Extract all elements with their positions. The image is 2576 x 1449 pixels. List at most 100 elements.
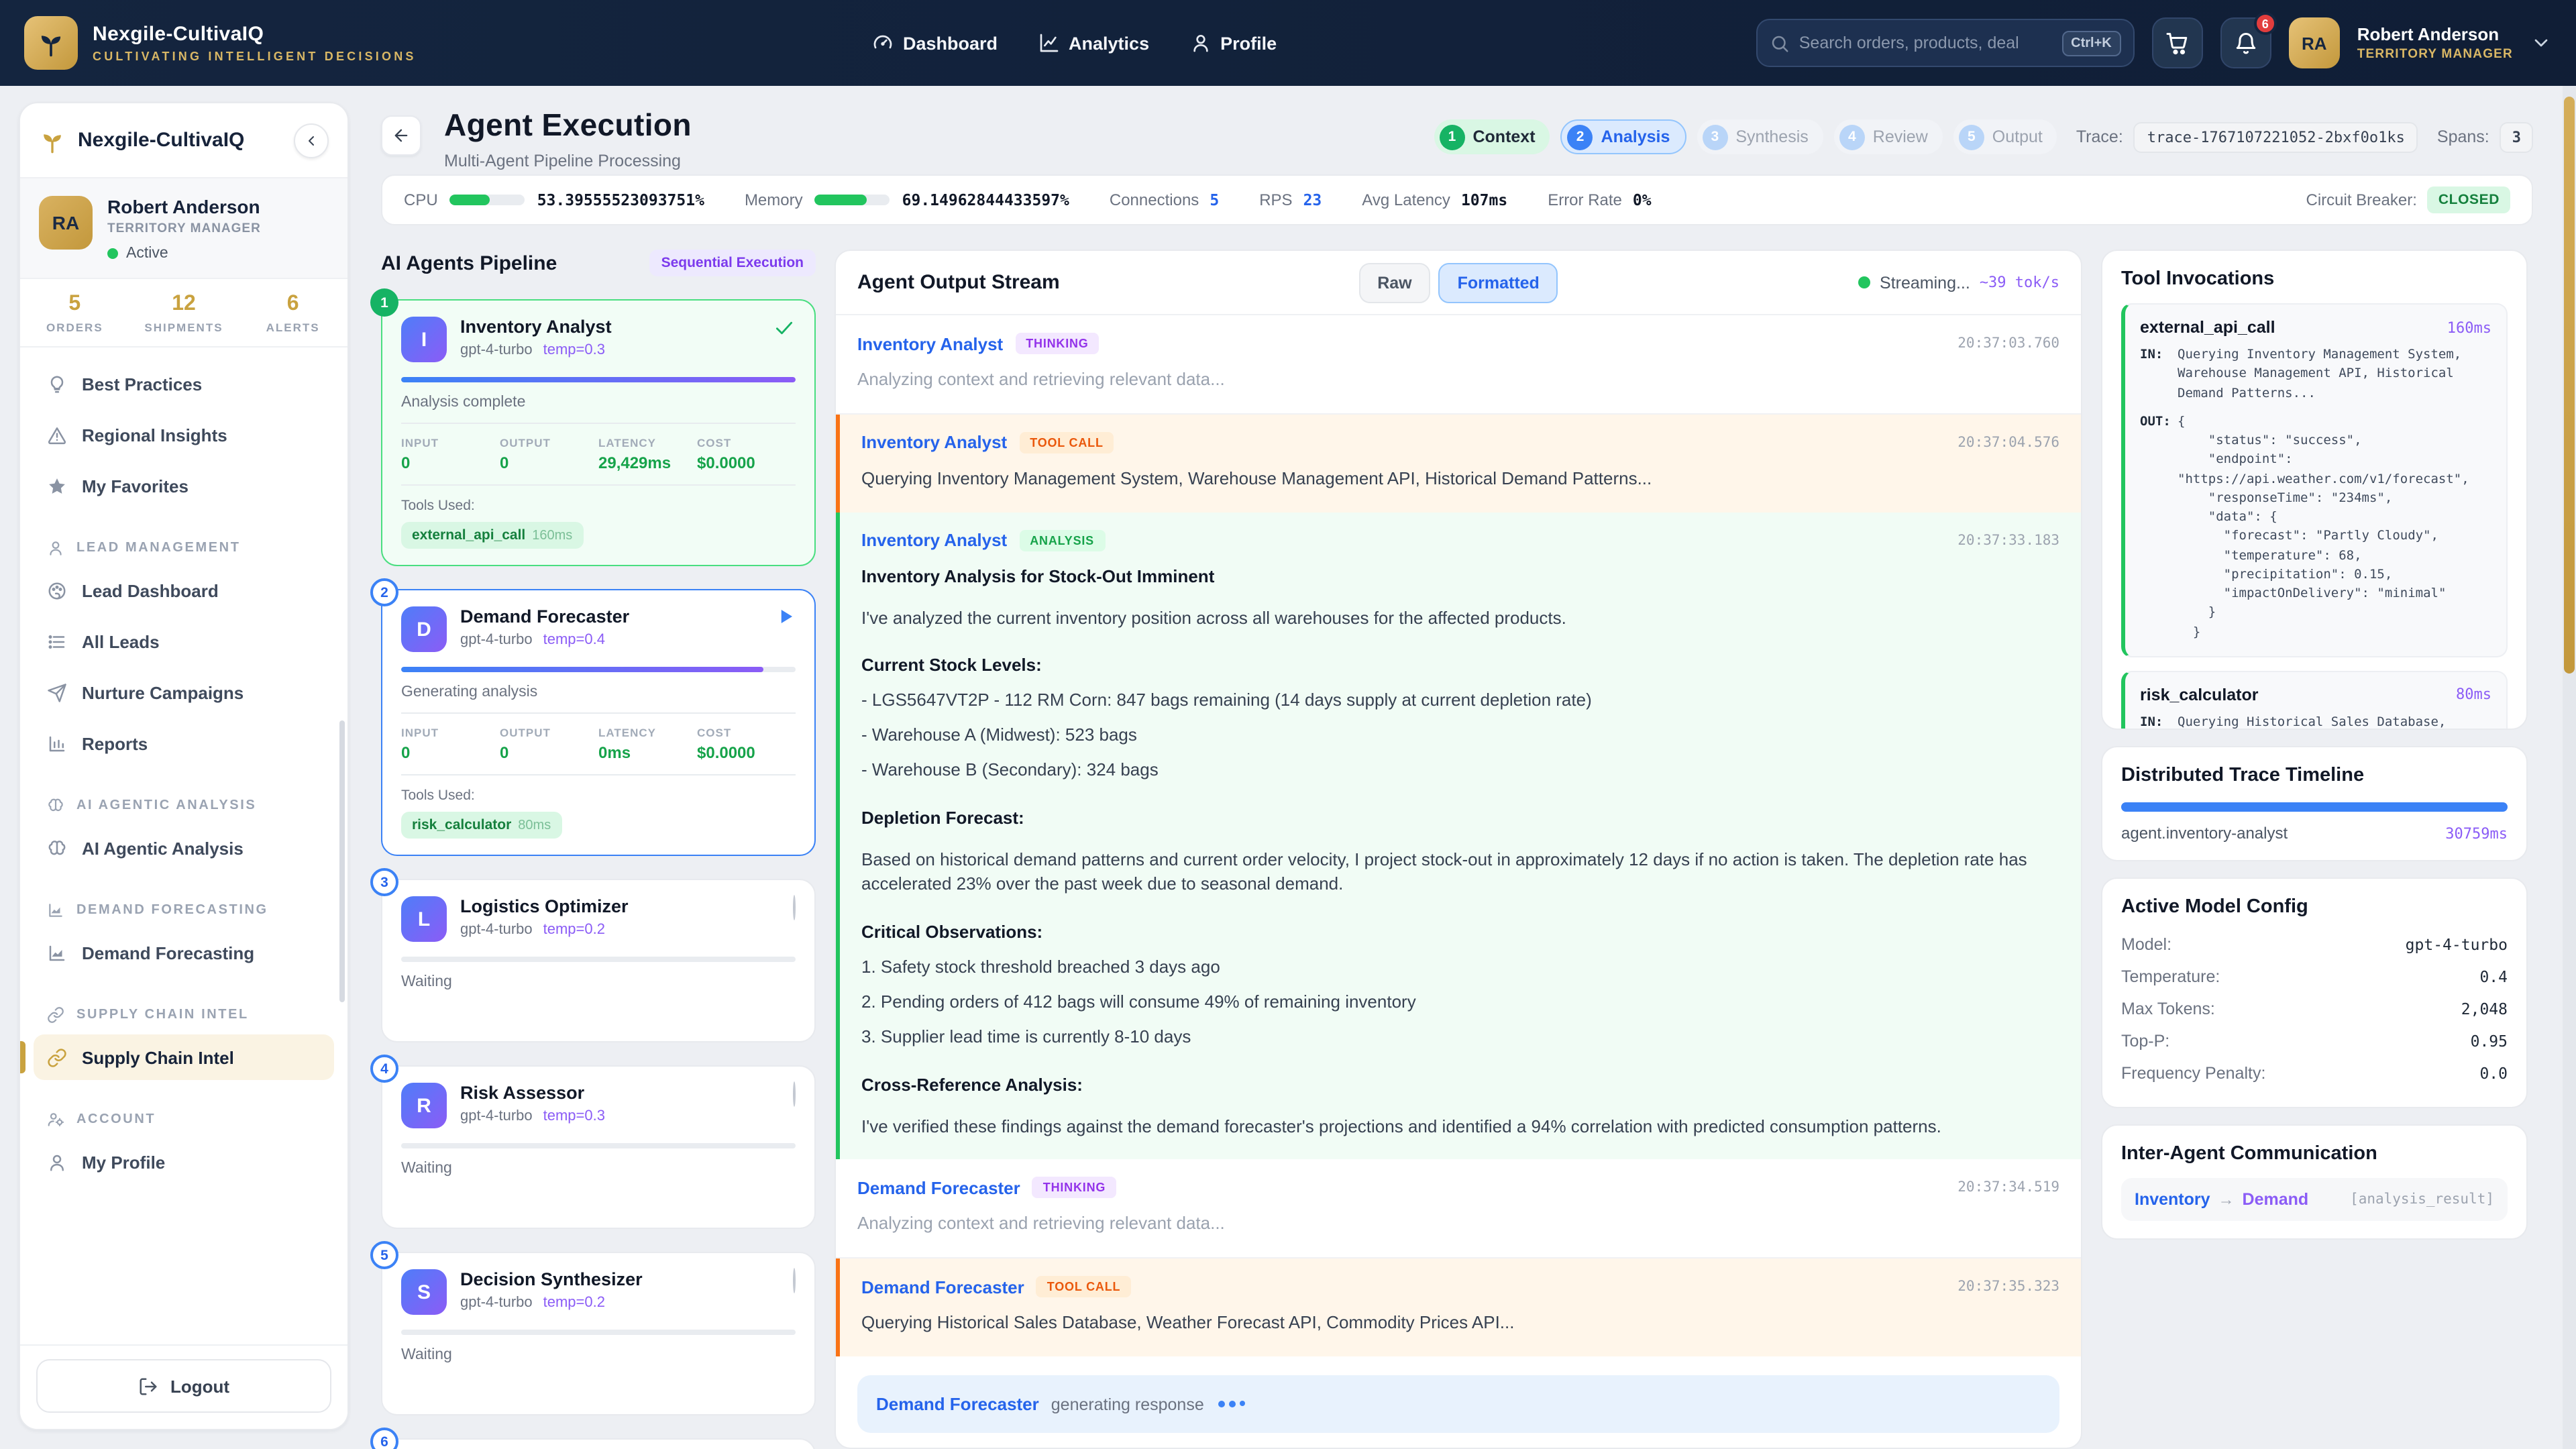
- message-paragraph: Based on historical demand patterns and …: [861, 847, 2059, 898]
- cart-icon: [2165, 31, 2190, 55]
- avatar[interactable]: RA: [2289, 17, 2340, 68]
- model-config-rows: Model:gpt-4-turboTemperature:0.4Max Toke…: [2121, 928, 2508, 1089]
- metric-label: RPS: [1259, 191, 1292, 209]
- sidebar-item-my-favorites[interactable]: My Favorites: [34, 463, 334, 508]
- nav-item-analytics[interactable]: Analytics: [1038, 32, 1149, 54]
- message-body: Querying Historical Sales Database, Weat…: [861, 1311, 2059, 1336]
- agent-progress: [401, 667, 796, 672]
- main-nav: Dashboard Analytics Profile: [872, 0, 1277, 86]
- trace-timeline-title: Distributed Trace Timeline: [2121, 765, 2508, 786]
- sidebar-stat-alerts: 6ALERTS: [238, 292, 347, 334]
- invocation-name: risk_calculator: [2140, 686, 2259, 704]
- io-in-label: IN:: [2140, 714, 2178, 731]
- agent-stat-input: INPUT0: [401, 436, 500, 472]
- message-timestamp: 20:37:04.576: [1957, 435, 2059, 451]
- invocation-output: OUT:{ "status": "success", "endpoint": "…: [2140, 413, 2491, 643]
- page-scrollbar-thumb[interactable]: [2564, 97, 2575, 674]
- sidebar-item-lead-dashboard[interactable]: Lead Dashboard: [34, 568, 334, 613]
- stat-value: $0.0000: [697, 743, 796, 762]
- sidebar-collapse-button[interactable]: [294, 123, 329, 158]
- agents-pipeline-panel: AI Agents Pipeline Sequential Execution …: [381, 250, 816, 1449]
- global-search[interactable]: Ctrl+K: [1756, 19, 2135, 67]
- agent-subtitle: gpt-4-turbotemp=0.4: [460, 632, 629, 648]
- message-body: Inventory Analysis for Stock-Out Imminen…: [861, 564, 2059, 1139]
- message-header: Inventory AnalystTHINKING20:37:03.760: [857, 333, 2059, 354]
- config-value: 0.0: [2479, 1064, 2508, 1083]
- status-dot: [107, 248, 118, 259]
- invocation-input: IN:Querying Inventory Management System,…: [2140, 346, 2491, 404]
- spacer: [401, 1177, 796, 1212]
- sidebar-item-all-leads[interactable]: All Leads: [34, 619, 334, 664]
- formatted-button[interactable]: Formatted: [1439, 262, 1558, 303]
- metric-bar-fill: [815, 195, 867, 205]
- model-config-title: Active Model Config: [2121, 896, 2508, 918]
- nav-item-profile[interactable]: Profile: [1189, 32, 1277, 54]
- agent-name: Demand Forecaster: [460, 606, 629, 627]
- brand-logo: [24, 16, 78, 70]
- nav-item-dashboard[interactable]: Dashboard: [872, 32, 998, 54]
- metric-rps: RPS 23: [1259, 191, 1322, 209]
- agent-state-indicator: [773, 317, 796, 362]
- notifications-button[interactable]: 6: [2220, 17, 2271, 68]
- metric-value: 23: [1303, 191, 1322, 209]
- logout-button[interactable]: Logout: [36, 1359, 331, 1413]
- stage-label: Synthesis: [1735, 127, 1808, 146]
- chart-area-icon: [47, 901, 64, 918]
- stage-label: Output: [1992, 127, 2043, 146]
- agent-card-inventory-analyst[interactable]: 1IInventory Analystgpt-4-turbotemp=0.3An…: [381, 299, 816, 566]
- agent-card-risk-assessor[interactable]: 4RRisk Assessorgpt-4-turbotemp=0.3Waitin…: [381, 1065, 816, 1229]
- chart-line-icon: [1038, 32, 1059, 54]
- sidebar-item-ai-agentic-analysis[interactable]: AI Agentic Analysis: [34, 825, 334, 871]
- sidebar-item-demand-forecasting[interactable]: Demand Forecasting: [34, 930, 334, 975]
- metric-avg-latency: Avg Latency107ms: [1362, 191, 1507, 209]
- sidebar-item-supply-chain-intel[interactable]: Supply Chain Intel: [34, 1034, 334, 1080]
- back-button[interactable]: [381, 115, 421, 156]
- sidebar-item-regional-insights[interactable]: Regional Insights: [34, 412, 334, 458]
- page-scrollbar[interactable]: [2563, 86, 2576, 1449]
- message-body: Analyzing context and retrieving relevan…: [857, 1212, 2059, 1238]
- config-label: Top-P:: [2121, 1032, 2169, 1051]
- divider: [401, 423, 796, 424]
- sidebar-scrollbar[interactable]: [339, 720, 345, 1002]
- config-row-model-: Model:gpt-4-turbo: [2121, 928, 2508, 961]
- top-navbar: Nexgile-CultivaIQ CULTIVATING INTELLIGEN…: [0, 0, 2576, 86]
- sidebar-item-nurture-campaigns[interactable]: Nurture Campaigns: [34, 669, 334, 715]
- metric-label: Error Rate: [1548, 191, 1622, 209]
- metric-value: 53.39555523093751%: [537, 191, 704, 209]
- message-header: Demand ForecasterTHINKING20:37:34.519: [857, 1177, 2059, 1199]
- metric-bar-fill: [450, 195, 490, 205]
- agent-status: Generating analysis: [401, 684, 796, 700]
- agent-model: gpt-4-turbo: [460, 342, 533, 358]
- agent-status: Analysis complete: [401, 394, 796, 411]
- agent-state-indicator: [793, 1083, 796, 1128]
- chevron-down-icon[interactable]: [2530, 32, 2552, 54]
- agent-card-communication-specialist[interactable]: 6CCommunication Specialistgpt-4-turbotem…: [381, 1438, 816, 1449]
- pipeline-stages: 1Context2Analysis3Synthesis4Review5Outpu…: [1434, 119, 2533, 154]
- stat-label: ALERTS: [238, 321, 347, 334]
- search-input[interactable]: [1799, 34, 2052, 52]
- io-in-text: Querying Historical Sales Database, Weat…: [2178, 714, 2491, 731]
- agent-subtitle: gpt-4-turbotemp=0.2: [460, 1295, 643, 1311]
- metric-value: 0%: [1633, 191, 1652, 209]
- agent-stat-output: OUTPUT0: [500, 436, 598, 472]
- agent-name-block: Inventory Analystgpt-4-turbotemp=0.3: [460, 317, 612, 362]
- message-agent: Demand Forecaster: [857, 1178, 1020, 1198]
- sidebar-item-reports[interactable]: Reports: [34, 720, 334, 766]
- stat-value: 0: [500, 453, 598, 472]
- sidebar-item-my-profile[interactable]: My Profile: [34, 1139, 334, 1185]
- agent-card-decision-synthesizer[interactable]: 5SDecision Synthesizergpt-4-turbotemp=0.…: [381, 1252, 816, 1415]
- agent-card-header: LLogistics Optimizergpt-4-turbotemp=0.2: [401, 896, 796, 942]
- agent-order-badge: 1: [370, 288, 398, 317]
- logout-label: Logout: [170, 1376, 229, 1396]
- raw-button[interactable]: Raw: [1358, 262, 1430, 303]
- nav-user-block[interactable]: Robert Anderson TERRITORY MANAGER: [2357, 24, 2513, 62]
- agent-card-logistics-optimizer[interactable]: 3LLogistics Optimizergpt-4-turbotemp=0.2…: [381, 879, 816, 1042]
- sidebar-brand: Nexgile-CultivaIQ: [78, 129, 244, 152]
- metric-value: 107ms: [1461, 191, 1507, 209]
- agent-card-demand-forecaster[interactable]: 2DDemand Forecastergpt-4-turbotemp=0.4Ge…: [381, 589, 816, 856]
- sidebar-item-best-practices[interactable]: Best Practices: [34, 361, 334, 407]
- stat-label: LATENCY: [598, 436, 697, 449]
- metric-label: Connections: [1110, 191, 1199, 209]
- cart-button[interactable]: [2152, 17, 2203, 68]
- brand-title: Nexgile-CultivaIQ: [93, 23, 417, 46]
